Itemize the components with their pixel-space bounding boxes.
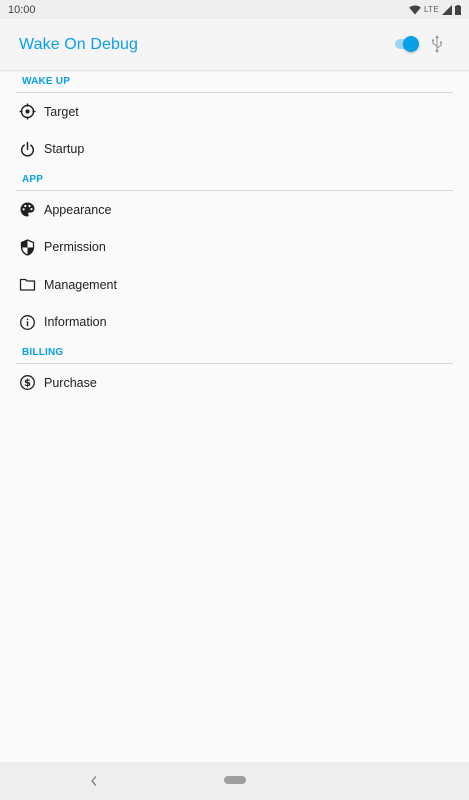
menu-item-appearance[interactable]: Appearance bbox=[0, 191, 469, 229]
menu-item-startup[interactable]: Startup bbox=[0, 131, 469, 169]
status-icons: LTE bbox=[409, 4, 461, 15]
dollar-circle-icon: $ bbox=[19, 374, 36, 391]
toggle-thumb bbox=[403, 36, 419, 52]
menu-item-label: Permission bbox=[44, 240, 106, 255]
palette-icon bbox=[19, 201, 36, 218]
menu-item-target[interactable]: Target bbox=[0, 93, 469, 131]
menu-item-purchase[interactable]: $ Purchase bbox=[0, 364, 469, 402]
folder-icon bbox=[19, 276, 36, 293]
section-header-app: APP bbox=[22, 174, 44, 185]
app-bar: Wake On Debug bbox=[0, 19, 469, 70]
target-crosshair-icon bbox=[19, 103, 36, 120]
menu-item-label: Management bbox=[44, 277, 117, 292]
wake-toggle-switch[interactable] bbox=[393, 36, 419, 52]
shield-icon bbox=[19, 239, 36, 256]
status-bar: 10:00 LTE bbox=[0, 0, 469, 19]
menu-item-label: Purchase bbox=[44, 375, 97, 390]
menu-item-label: Appearance bbox=[44, 202, 112, 217]
network-type-label: LTE bbox=[424, 5, 439, 14]
menu-item-permission[interactable]: Permission bbox=[0, 229, 469, 267]
battery-icon bbox=[455, 4, 461, 15]
svg-text:$: $ bbox=[24, 378, 31, 389]
settings-list: WAKE UP Target Startup APP Appearance Pe… bbox=[0, 70, 469, 402]
info-icon bbox=[19, 314, 36, 331]
power-icon bbox=[19, 141, 36, 158]
wifi-icon bbox=[409, 5, 421, 14]
app-title: Wake On Debug bbox=[19, 35, 138, 53]
back-chevron-icon[interactable] bbox=[88, 774, 100, 788]
menu-item-information[interactable]: Information bbox=[0, 304, 469, 342]
home-pill-button[interactable] bbox=[224, 776, 246, 784]
menu-item-label: Startup bbox=[44, 142, 85, 157]
menu-item-label: Target bbox=[44, 104, 79, 119]
menu-item-label: Information bbox=[44, 315, 107, 330]
menu-item-management[interactable]: Management bbox=[0, 266, 469, 304]
usb-icon[interactable] bbox=[430, 35, 444, 53]
status-time: 10:00 bbox=[8, 3, 36, 16]
signal-icon bbox=[442, 4, 452, 15]
section-header-wake-up: WAKE UP bbox=[22, 76, 71, 87]
section-header-billing: BILLING bbox=[22, 347, 64, 358]
navigation-bar bbox=[0, 762, 469, 800]
